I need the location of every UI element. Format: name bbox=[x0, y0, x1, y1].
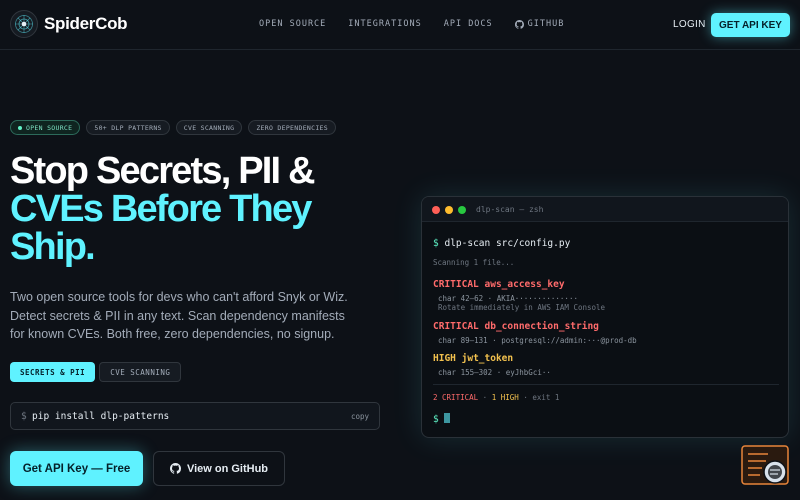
brand-name: SpiderCob bbox=[44, 14, 128, 33]
brand-logo[interactable]: SpiderCob bbox=[10, 10, 128, 38]
nav-link-open-source[interactable]: OPEN SOURCE bbox=[259, 19, 326, 29]
headline-line-3: Ship. bbox=[10, 226, 96, 268]
nav-link-github-label: GITHUB bbox=[527, 19, 565, 29]
finding-3-severity: HIGH bbox=[433, 353, 456, 364]
summary-separator: · bbox=[482, 393, 488, 402]
terminal-summary: 2 CRITICAL · 1 HIGH · exit 1 bbox=[433, 393, 559, 402]
finding-2-name: db_connection_string bbox=[484, 321, 599, 332]
nav-link-github[interactable]: GITHUB bbox=[514, 19, 565, 29]
get-api-key-free-button[interactable]: Get API Key — Free bbox=[10, 451, 143, 486]
view-on-github-button[interactable]: View on GitHub bbox=[153, 451, 285, 486]
feature-tags: OPEN SOURCE 50+ DLP PATTERNS CVE SCANNIN… bbox=[10, 120, 336, 135]
tag-dlp-patterns: 50+ DLP PATTERNS bbox=[86, 120, 170, 135]
tag-cve-scanning: CVE SCANNING bbox=[175, 120, 243, 135]
toggle-secrets-pii[interactable]: SECRETS & PII bbox=[10, 362, 96, 382]
terminal-input-line: $ bbox=[433, 413, 451, 425]
finding-3-title: HIGH jwt_token bbox=[433, 353, 513, 364]
summary-high: 1 HIGH bbox=[491, 393, 519, 402]
finding-1-severity: CRITICAL bbox=[433, 279, 479, 290]
view-on-github-label: View on GitHub bbox=[186, 462, 269, 475]
finding-3-detail: char 155–302 · eyJhbGci·· bbox=[438, 368, 551, 377]
install-command-box: $ pip install dlp-patterns copy bbox=[10, 402, 380, 430]
terminal-prompt: $ bbox=[433, 238, 439, 249]
status-dot-icon bbox=[18, 125, 22, 130]
tag-open-source: OPEN SOURCE bbox=[10, 120, 81, 135]
nav-link-integrations[interactable]: INTEGRATIONS bbox=[348, 19, 421, 29]
hero-subtext: Two open source tools for devs who can't… bbox=[10, 290, 348, 341]
tool-toggle: SECRETS & PII CVE SCANNING bbox=[10, 362, 182, 382]
finding-2-detail: char 89–131 · postgresql://admin:···@pro… bbox=[438, 336, 637, 345]
headline-line-1: Stop Secrets, PII & bbox=[10, 150, 315, 192]
finding-3-name: jwt_token bbox=[461, 353, 514, 364]
tag-zero-dependencies: ZERO DEPENDENCIES bbox=[248, 120, 336, 135]
terminal-divider bbox=[433, 384, 779, 385]
install-command: pip install dlp-patterns bbox=[32, 411, 170, 422]
finding-1-detail: char 42–62 · AKIA·············· bbox=[438, 294, 578, 303]
headline-line-2: CVEs Before They bbox=[10, 188, 312, 230]
terminal-title: dlp-scan — zsh bbox=[476, 205, 544, 214]
terminal-command-line: $ dlp-scan src/config.py bbox=[433, 238, 570, 249]
github-icon bbox=[514, 19, 524, 29]
terminal-caret: $ bbox=[433, 414, 439, 425]
terminal-command: dlp-scan src/config.py bbox=[444, 238, 571, 249]
top-nav: SpiderCob OPEN SOURCE INTEGRATIONS API D… bbox=[0, 0, 800, 50]
finding-1-note: Rotate immediately in AWS IAM Console bbox=[438, 303, 606, 312]
finding-1-name: aws_access_key bbox=[484, 279, 565, 290]
toggle-cve-scanning[interactable]: CVE SCANNING bbox=[99, 362, 182, 382]
terminal-title-bar: dlp-scan — zsh bbox=[422, 197, 788, 222]
summary-exit: · exit 1 bbox=[523, 393, 560, 402]
login-link[interactable]: LOGIN bbox=[673, 19, 706, 30]
chat-widget-icon bbox=[741, 445, 789, 485]
copy-button[interactable]: copy bbox=[351, 412, 369, 421]
finding-2-title: CRITICAL db_connection_string bbox=[433, 321, 599, 332]
get-api-key-button[interactable]: GET API KEY bbox=[711, 13, 790, 37]
finding-2-severity: CRITICAL bbox=[433, 321, 479, 332]
terminal-window: dlp-scan — zsh $ dlp-scan src/config.py … bbox=[421, 196, 789, 438]
close-dot-icon bbox=[432, 206, 440, 214]
terminal-scanning: Scanning 1 file... bbox=[433, 258, 515, 267]
hero-headline: Stop Secrets, PII & CVEs Before They Shi… bbox=[10, 152, 390, 266]
minimize-dot-icon bbox=[445, 206, 453, 214]
github-icon bbox=[169, 463, 181, 474]
summary-critical: 2 CRITICAL bbox=[433, 393, 479, 402]
maximize-dot-icon bbox=[458, 206, 466, 214]
terminal-cursor bbox=[444, 413, 451, 423]
chat-widget-button[interactable] bbox=[741, 445, 791, 489]
nav-link-api-docs[interactable]: API DOCS bbox=[444, 19, 493, 29]
install-prompt: $ bbox=[21, 411, 27, 422]
tag-open-source-label: OPEN SOURCE bbox=[26, 123, 73, 132]
spider-logo-icon bbox=[10, 10, 38, 38]
finding-1-title: CRITICAL aws_access_key bbox=[433, 279, 565, 290]
